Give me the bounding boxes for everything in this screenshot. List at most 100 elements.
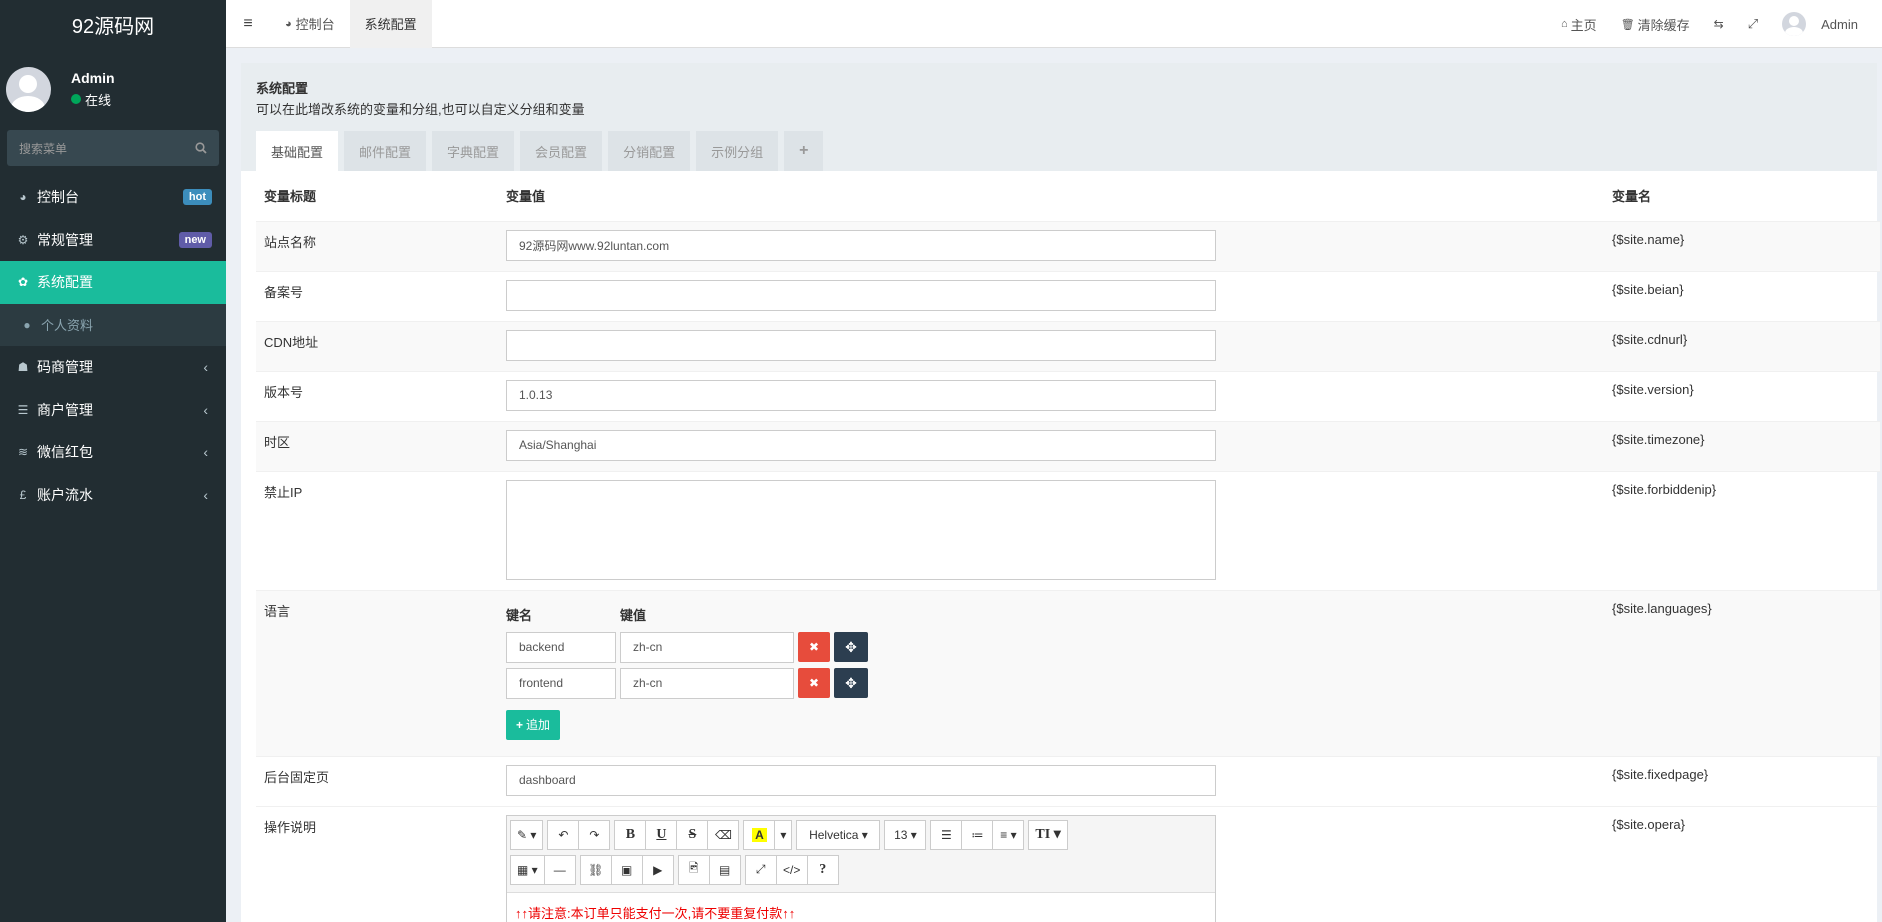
kv-key-header: 键名 xyxy=(506,607,533,623)
tab-dashboard[interactable]: ◕ 控制台 xyxy=(270,0,350,48)
magic-wand-icon[interactable]: ✎ ▾ xyxy=(510,819,544,850)
home-label: 主页 xyxy=(1570,17,1597,33)
strikethrough-icon[interactable]: S xyxy=(676,819,709,850)
fullscreen-icon[interactable]: ⤢ xyxy=(744,854,777,885)
page-description: 可以在此增改系统的变量和分组,也可以自定义分组和变量 xyxy=(256,102,585,117)
fullscreen-icon[interactable]: ⤢ xyxy=(1736,16,1770,32)
font-family-select[interactable]: Helvetica ▾ xyxy=(796,819,881,850)
sidebar-item-general[interactable]: ⚙ 常规管理 new xyxy=(0,219,226,262)
table-icon[interactable]: ▦ ▾ xyxy=(510,854,545,885)
user-status: 在线 xyxy=(71,90,115,109)
clear-cache-button[interactable]: 🗑 清除缓存 xyxy=(1609,15,1702,34)
tab-example-group[interactable]: 示例分组 xyxy=(696,131,779,171)
underline-icon[interactable]: U xyxy=(645,819,678,850)
tab-basic[interactable]: 基础配置 xyxy=(256,131,339,171)
rich-text-editor: ✎ ▾ ↶ ↷ B U S ⌫ A ▾ Helvetica ▾ 13 ▾ ☰ ≔… xyxy=(506,814,1216,922)
column-header-value: 变量值 xyxy=(506,189,546,205)
eraser-icon[interactable]: ⌫ xyxy=(707,819,740,850)
tab-member[interactable]: 会员配置 xyxy=(520,131,603,171)
chevron-left-icon: ‹ xyxy=(203,486,208,503)
plus-icon: + xyxy=(516,717,524,732)
add-tab-button[interactable]: + xyxy=(784,131,824,171)
sidebar-item-label: 控制台 xyxy=(37,189,79,206)
kv-value-input[interactable]: zh-cn xyxy=(620,631,794,663)
home-link[interactable]: ⌂ 主页 xyxy=(1549,15,1609,34)
dashboard-icon: ◕ xyxy=(19,190,27,205)
tab-distribution[interactable]: 分销配置 xyxy=(608,131,691,171)
sidebar-item-profile[interactable]: ● 个人资料 xyxy=(0,303,226,346)
append-button[interactable]: + 追加 xyxy=(506,709,561,740)
tab-dictionary[interactable]: 字典配置 xyxy=(432,131,515,171)
table-row: 操作说明 ✎ ▾ ↶ ↷ B U S ⌫ A ▾ Helvetica ▾ 13 … xyxy=(256,805,1880,922)
paragraph-align-icon[interactable]: ≡ ▾ xyxy=(992,819,1025,850)
chevron-left-icon: ‹ xyxy=(203,444,208,461)
row-title: CDN地址 xyxy=(256,320,498,371)
font-size-select[interactable]: 13 ▾ xyxy=(884,819,927,850)
line-height-icon[interactable]: TI ▾ xyxy=(1028,819,1068,850)
upload-image-icon[interactable]: 🖻 xyxy=(677,854,710,885)
image-icon[interactable]: ▣ xyxy=(610,854,643,885)
remove-row-button[interactable]: ✖ xyxy=(798,668,830,698)
user-menu[interactable]: Admin xyxy=(1770,12,1882,36)
drag-handle-icon[interactable]: ✥ xyxy=(834,632,868,662)
tab-label: 系统配置 xyxy=(364,17,417,32)
undo-icon[interactable]: ↶ xyxy=(547,819,580,850)
drag-handle-icon[interactable]: ✥ xyxy=(834,668,868,698)
row-varname: {$site.opera} xyxy=(1604,805,1880,922)
ordered-list-icon[interactable]: ≔ xyxy=(961,819,994,850)
timezone-input[interactable]: Asia/Shanghai xyxy=(506,429,1216,461)
user-icon: ● xyxy=(23,317,31,332)
kv-value-input[interactable]: zh-cn xyxy=(620,667,794,699)
tab-system-config[interactable]: 系统配置 xyxy=(349,0,432,48)
row-varname: {$site.cdnurl} xyxy=(1604,320,1880,371)
table-row: 时区 Asia/Shanghai {$site.timezone} xyxy=(256,420,1880,471)
kv-key-input[interactable]: frontend xyxy=(506,667,616,699)
kv-key-input[interactable]: backend xyxy=(506,631,616,663)
table-row: 备案号 {$site.beian} xyxy=(256,270,1880,321)
sidebar-item-codemerchant[interactable]: ☗ 码商管理 ‹ xyxy=(0,346,226,389)
sidebar-item-label: 个人资料 xyxy=(41,318,94,334)
sidebar-item-system-config[interactable]: ✿ 系统配置 xyxy=(0,261,226,304)
row-title: 禁止IP xyxy=(256,470,498,590)
help-icon[interactable]: ? xyxy=(806,854,839,885)
beian-input[interactable] xyxy=(506,279,1216,311)
bold-icon[interactable]: B xyxy=(614,819,647,850)
sidebar-item-account-flow[interactable]: £ 账户流水 ‹ xyxy=(0,474,226,517)
sidebar-item-wechat-redpacket[interactable]: ≋ 微信红包 ‹ xyxy=(0,431,226,474)
panel-header: 系统配置 可以在此增改系统的变量和分组,也可以自定义分组和变量 基础配置 邮件配… xyxy=(241,63,1877,171)
sidebar-search-input[interactable]: 搜索菜单 xyxy=(7,130,219,166)
site-name-input[interactable]: 92源码网www.92luntan.com xyxy=(506,229,1216,261)
link-icon[interactable]: ⛓ xyxy=(579,854,612,885)
upload-file-icon[interactable]: ▤ xyxy=(708,854,741,885)
gear-icon: ✿ xyxy=(17,275,29,290)
editor-content[interactable]: ↑↑请注意:本订单只能支付一次,请不要重复付款↑↑ xyxy=(507,893,1215,922)
remove-row-button[interactable]: ✖ xyxy=(798,632,830,662)
editor-content-line: ↑↑请注意:本订单只能支付一次,请不要重复付款↑↑ xyxy=(515,905,796,921)
text-color-dropdown-icon[interactable]: ▾ xyxy=(774,819,793,850)
sidebar-item-merchant[interactable]: ☰ 商户管理 ‹ xyxy=(0,389,226,432)
user-panel: Admin 在线 xyxy=(0,56,226,122)
cdn-url-input[interactable] xyxy=(506,329,1216,361)
code-view-icon[interactable]: </> xyxy=(775,854,808,885)
app-logo[interactable]: 92源码网 xyxy=(0,0,226,48)
new-badge: new xyxy=(178,231,212,248)
text-color-icon[interactable]: A xyxy=(743,819,776,850)
sidebar-toggle-icon[interactable]: ≡ xyxy=(226,15,270,33)
cogs-icon: ⚙ xyxy=(17,232,29,247)
fixed-page-input[interactable]: dashboard xyxy=(506,764,1216,796)
horizontal-rule-icon[interactable]: — xyxy=(543,854,576,885)
row-title: 备案号 xyxy=(256,270,498,321)
search-icon[interactable] xyxy=(195,142,207,154)
redo-icon[interactable]: ↷ xyxy=(578,819,611,850)
avatar xyxy=(6,66,51,112)
users-icon: ☗ xyxy=(17,360,29,375)
video-icon[interactable]: ▶ xyxy=(641,854,674,885)
unordered-list-icon[interactable]: ☰ xyxy=(930,819,963,850)
page-title: 系统配置 xyxy=(256,81,309,96)
home-icon: ⌂ xyxy=(1561,18,1568,30)
sidebar-item-dashboard[interactable]: ◕ 控制台 hot xyxy=(0,176,226,219)
forbidden-ip-textarea[interactable] xyxy=(506,479,1216,580)
tab-email[interactable]: 邮件配置 xyxy=(344,131,427,171)
version-input[interactable]: 1.0.13 xyxy=(506,379,1216,411)
language-switch-icon[interactable]: ⇆ xyxy=(1702,17,1736,31)
